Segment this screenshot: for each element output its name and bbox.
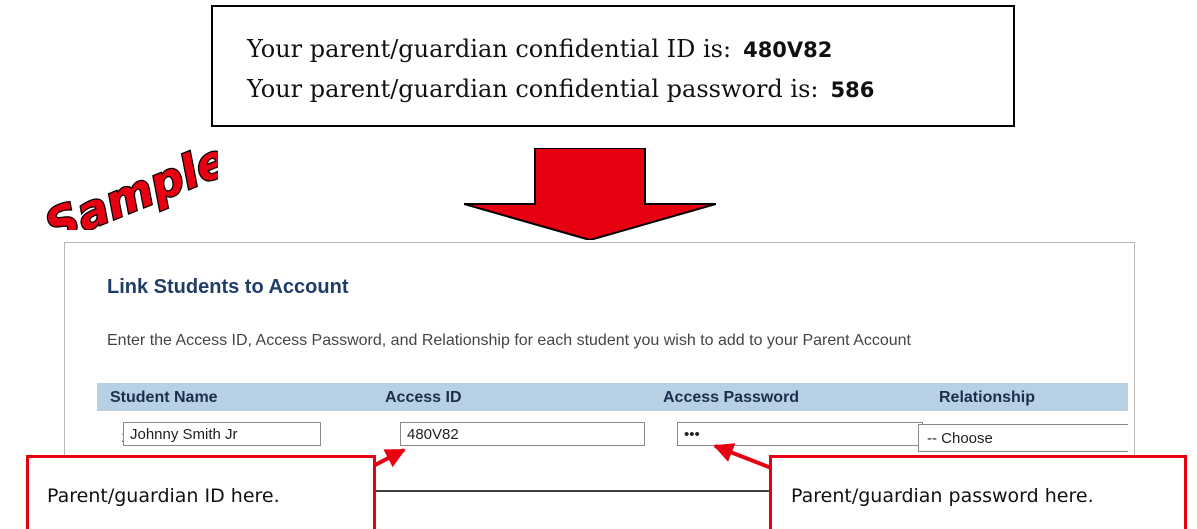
callout-pointers	[349, 443, 798, 492]
id-callout: Parent/guardian ID here.	[26, 455, 376, 529]
password-callout-text: Parent/guardian password here.	[791, 485, 1094, 507]
password-callout: Parent/guardian password here.	[769, 455, 1187, 529]
id-callout-text: Parent/guardian ID here.	[47, 485, 280, 507]
